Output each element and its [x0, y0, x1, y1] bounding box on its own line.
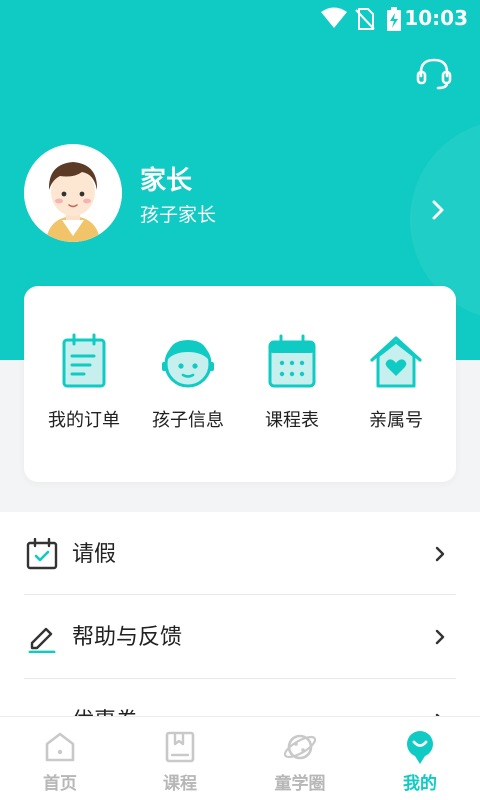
wifi-icon: [321, 7, 347, 28]
tab-community[interactable]: 童学圈: [240, 717, 360, 800]
shortcut-label: 孩子信息: [152, 410, 224, 431]
tab-home[interactable]: 首页: [0, 717, 120, 800]
planet-icon: [283, 734, 317, 760]
edit-icon: [28, 627, 56, 653]
avatar[interactable]: [24, 144, 122, 242]
headset-icon: [416, 58, 452, 90]
home-heart-icon: [370, 336, 422, 388]
tab-label: 首页: [43, 774, 77, 794]
menu-item-coupons[interactable]: 优惠券: [0, 679, 480, 717]
shortcut-card: 我的订单 孩子信息 课程表 亲属号: [24, 286, 456, 482]
shortcut-label: 我的订单: [48, 410, 120, 431]
settings-menu: 请假 帮助与反馈 优惠券: [0, 512, 480, 717]
bottom-tab-bar: 首页 课程 童学圈 我的: [0, 716, 480, 800]
profile-name: 家长: [140, 166, 193, 196]
chevron-right-icon: [435, 546, 445, 562]
shortcut-my-orders[interactable]: 我的订单: [30, 332, 138, 442]
book-icon: [165, 731, 195, 763]
customer-service-button[interactable]: [414, 56, 454, 92]
order-icon: [62, 333, 106, 388]
tab-mine[interactable]: 我的: [360, 717, 480, 800]
profile-detail-button[interactable]: [426, 198, 450, 222]
child-icon: [162, 340, 214, 388]
status-bar: 10:03: [0, 0, 480, 36]
calendar-check-icon: [26, 538, 58, 570]
profile-role: 孩子家长: [140, 204, 217, 226]
tab-courses[interactable]: 课程: [120, 717, 240, 800]
menu-item-label: 请假: [72, 542, 117, 567]
profile-icon: [407, 731, 433, 764]
home-icon: [45, 732, 75, 762]
shortcut-label: 课程表: [265, 410, 319, 431]
tab-label: 课程: [163, 774, 197, 794]
chevron-right-icon: [435, 629, 445, 645]
shortcut-relatives[interactable]: 亲属号: [342, 332, 450, 442]
menu-item-help-feedback[interactable]: 帮助与反馈: [0, 595, 480, 679]
no-sim-icon: [355, 8, 375, 30]
menu-item-leave[interactable]: 请假: [0, 512, 480, 596]
tab-label: 童学圈: [274, 774, 326, 794]
shortcut-label: 亲属号: [369, 410, 423, 431]
battery-charging-icon: [387, 7, 401, 31]
shortcut-child-info[interactable]: 孩子信息: [134, 332, 242, 442]
shortcut-timetable[interactable]: 课程表: [238, 332, 346, 442]
status-time: 10:03: [404, 6, 468, 30]
menu-item-label: 优惠券: [72, 703, 138, 717]
menu-item-label: 帮助与反馈: [72, 625, 183, 650]
chevron-right-icon: [432, 200, 444, 220]
tab-label: 我的: [403, 774, 437, 794]
calendar-icon: [268, 334, 316, 388]
